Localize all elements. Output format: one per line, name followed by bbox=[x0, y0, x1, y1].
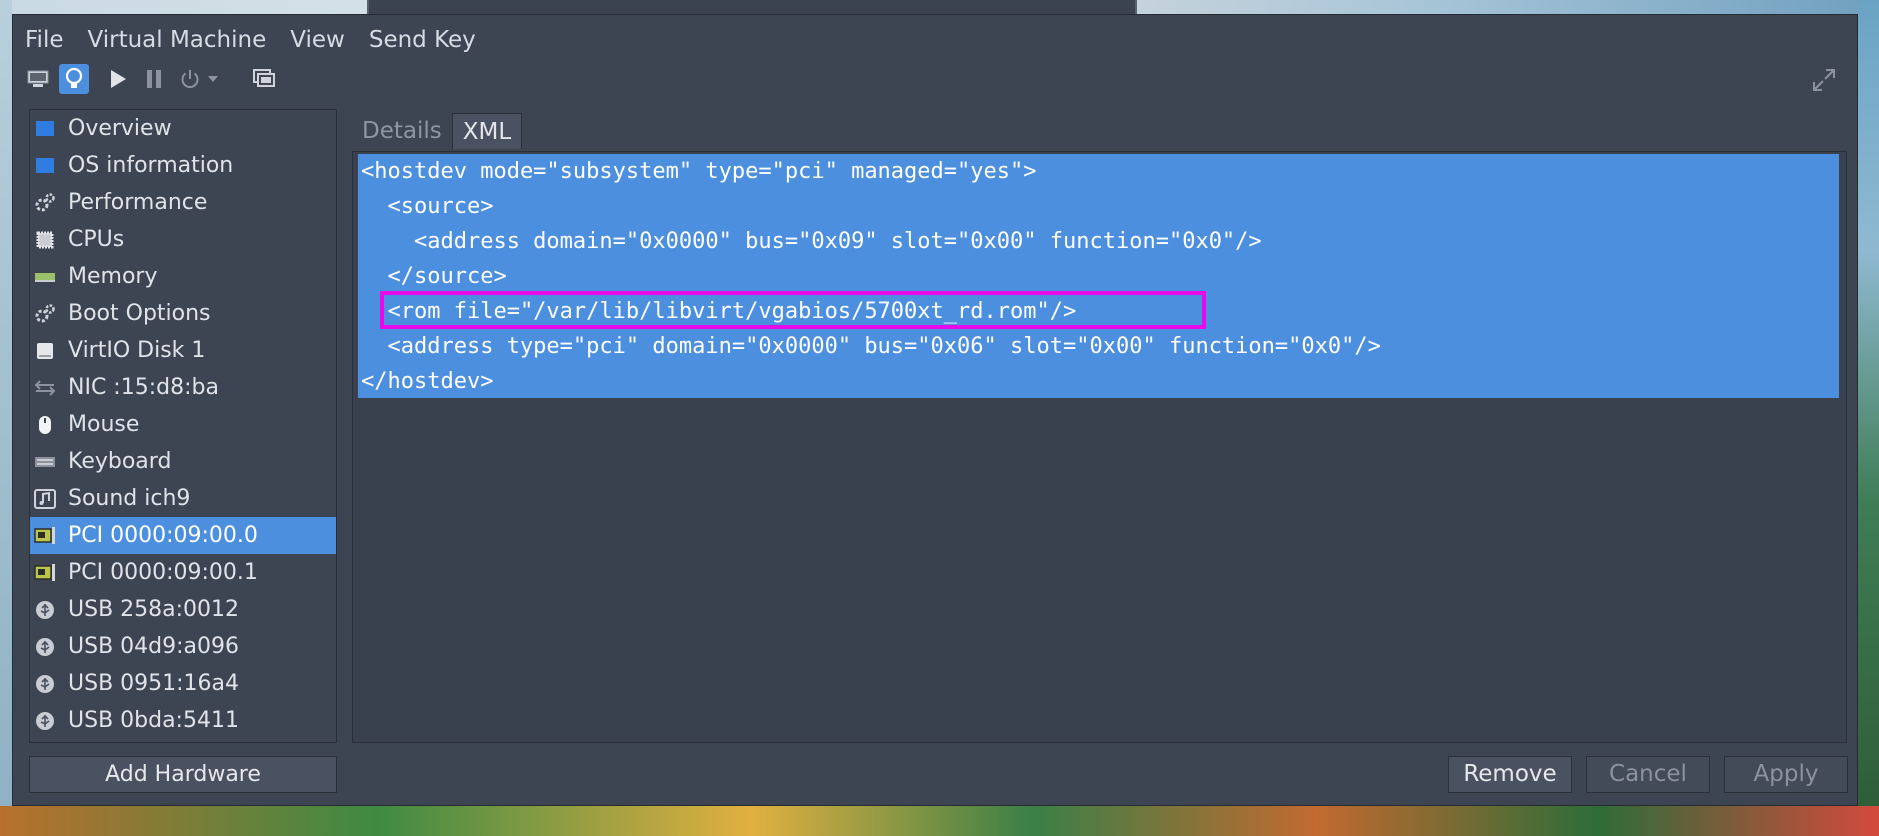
monitor-icon bbox=[33, 154, 57, 178]
sidebar-item-label: Keyboard bbox=[68, 449, 172, 474]
sidebar-item-label: Memory bbox=[68, 264, 158, 289]
menu-virtual-machine[interactable]: Virtual Machine bbox=[76, 25, 279, 55]
menubar: File Virtual Machine View Send Key bbox=[13, 25, 488, 55]
sidebar-item-label: CPUs bbox=[68, 227, 125, 252]
usb-icon bbox=[33, 635, 57, 659]
network-arrows-icon bbox=[33, 376, 57, 400]
sidebar-item-boot-options[interactable]: Boot Options bbox=[30, 295, 336, 332]
cancel-button[interactable]: Cancel bbox=[1586, 756, 1710, 793]
sidebar-item-pci-0000-09-00-1[interactable]: PCI 0000:09:00.1 bbox=[30, 554, 336, 591]
xml-text[interactable]: <hostdev mode="subsystem" type="pci" man… bbox=[358, 154, 1839, 399]
gears-icon bbox=[33, 302, 57, 326]
desktop-background-right bbox=[1858, 0, 1879, 836]
dropdown-arrow-icon bbox=[208, 76, 218, 82]
xml-line: <address type="pci" domain="0x0000" bus=… bbox=[361, 334, 1381, 359]
gears-icon bbox=[33, 191, 57, 215]
tab-details[interactable]: Details bbox=[352, 113, 452, 149]
background-window-edge bbox=[367, 0, 1137, 14]
hardware-list: Overview OS information Performance CPUs… bbox=[29, 109, 337, 743]
keyboard-icon bbox=[33, 450, 57, 474]
sidebar-item-keyboard[interactable]: Keyboard bbox=[30, 443, 336, 480]
sidebar-item-label: USB 0951:16a4 bbox=[68, 671, 240, 696]
sidebar-item-overview[interactable]: Overview bbox=[30, 110, 336, 147]
sidebar-item-label: PCI 0000:09:00.1 bbox=[68, 560, 258, 585]
fullscreen-icon bbox=[1813, 69, 1835, 91]
sidebar-item-label: OS information bbox=[68, 153, 234, 178]
sidebar-item-usb-04d9-a096[interactable]: USB 04d9:a096 bbox=[30, 628, 336, 665]
xml-line: <source> bbox=[361, 194, 494, 219]
sidebar-item-memory[interactable]: Memory bbox=[30, 258, 336, 295]
power-icon bbox=[181, 70, 199, 88]
menu-send-key[interactable]: Send Key bbox=[357, 25, 488, 55]
mouse-icon bbox=[33, 413, 57, 437]
toolbar bbox=[23, 62, 285, 96]
apply-button[interactable]: Apply bbox=[1724, 756, 1848, 793]
run-button[interactable] bbox=[103, 64, 133, 94]
tab-xml[interactable]: XML bbox=[451, 113, 523, 149]
play-icon bbox=[111, 70, 126, 88]
usb-icon bbox=[33, 672, 57, 696]
monitor-icon bbox=[27, 70, 49, 87]
pause-icon bbox=[147, 70, 161, 88]
sidebar-item-performance[interactable]: Performance bbox=[30, 184, 336, 221]
usb-icon bbox=[33, 709, 57, 733]
sidebar-item-os-information[interactable]: OS information bbox=[30, 147, 336, 184]
sidebar-item-label: PCI 0000:09:00.0 bbox=[68, 523, 258, 548]
sidebar-item-label: USB 258a:0012 bbox=[68, 597, 240, 622]
menu-file[interactable]: File bbox=[13, 25, 76, 55]
cpu-chip-icon bbox=[33, 228, 57, 252]
pci-card-icon bbox=[33, 561, 57, 585]
shutdown-menu-button[interactable] bbox=[205, 64, 221, 94]
sidebar-item-usb-0951-16a4[interactable]: USB 0951:16a4 bbox=[30, 665, 336, 702]
add-hardware-button[interactable]: Add Hardware bbox=[29, 756, 337, 793]
xml-line: <hostdev mode="subsystem" type="pci" man… bbox=[361, 159, 1037, 184]
sidebar-item-usb-0bda-5411[interactable]: USB 0bda:5411 bbox=[30, 702, 336, 739]
disk-icon bbox=[33, 339, 57, 363]
sidebar-item-label: Performance bbox=[68, 190, 208, 215]
monitor-icon bbox=[33, 117, 57, 141]
screenshot-icon bbox=[253, 69, 275, 87]
xml-line: </hostdev> bbox=[361, 369, 494, 394]
lightbulb-icon bbox=[65, 67, 83, 88]
sidebar-item-nic[interactable]: NIC :15:d8:ba bbox=[30, 369, 336, 406]
sidebar-item-virtio-disk-1[interactable]: VirtIO Disk 1 bbox=[30, 332, 336, 369]
sidebar-item-usb-258a-0012[interactable]: USB 258a:0012 bbox=[30, 591, 336, 628]
desktop-background-left bbox=[0, 0, 12, 836]
sidebar-item-pci-0000-09-00-0[interactable]: PCI 0000:09:00.0 bbox=[30, 517, 336, 554]
shutdown-button[interactable] bbox=[175, 64, 205, 94]
remove-button[interactable]: Remove bbox=[1448, 756, 1572, 793]
fullscreen-button[interactable] bbox=[1809, 65, 1839, 95]
sound-icon bbox=[33, 487, 57, 511]
sidebar-item-sound[interactable]: Sound ich9 bbox=[30, 480, 336, 517]
sidebar-item-mouse[interactable]: Mouse bbox=[30, 406, 336, 443]
sidebar-item-label: USB 04d9:a096 bbox=[68, 634, 239, 659]
sidebar-item-label: Mouse bbox=[68, 412, 140, 437]
vm-details-window: File Virtual Machine View Send Key Overv… bbox=[12, 14, 1858, 806]
xml-line: <address domain="0x0000" bus="0x09" slot… bbox=[361, 229, 1262, 254]
console-view-button[interactable] bbox=[23, 64, 53, 94]
sidebar-item-label: Overview bbox=[68, 116, 172, 141]
memory-stick-icon bbox=[33, 265, 57, 289]
desktop-background-bottom bbox=[0, 806, 1879, 836]
tab-bar: Details XML bbox=[352, 113, 523, 149]
sidebar-item-label: Boot Options bbox=[68, 301, 211, 326]
rom-line-highlight-box bbox=[380, 291, 1206, 329]
menu-view[interactable]: View bbox=[278, 25, 357, 55]
screenshot-button[interactable] bbox=[249, 64, 279, 94]
sidebar-item-label: USB 0bda:5411 bbox=[68, 708, 239, 733]
sidebar-item-label: NIC :15:d8:ba bbox=[68, 375, 219, 400]
pci-card-icon bbox=[33, 524, 57, 548]
sidebar-item-label: Sound ich9 bbox=[68, 486, 191, 511]
sidebar-item-cpus[interactable]: CPUs bbox=[30, 221, 336, 258]
xml-line: </source> bbox=[361, 264, 507, 289]
pause-button[interactable] bbox=[139, 64, 169, 94]
sidebar-item-label: VirtIO Disk 1 bbox=[68, 338, 206, 363]
details-view-button[interactable] bbox=[59, 64, 89, 94]
usb-icon bbox=[33, 598, 57, 622]
